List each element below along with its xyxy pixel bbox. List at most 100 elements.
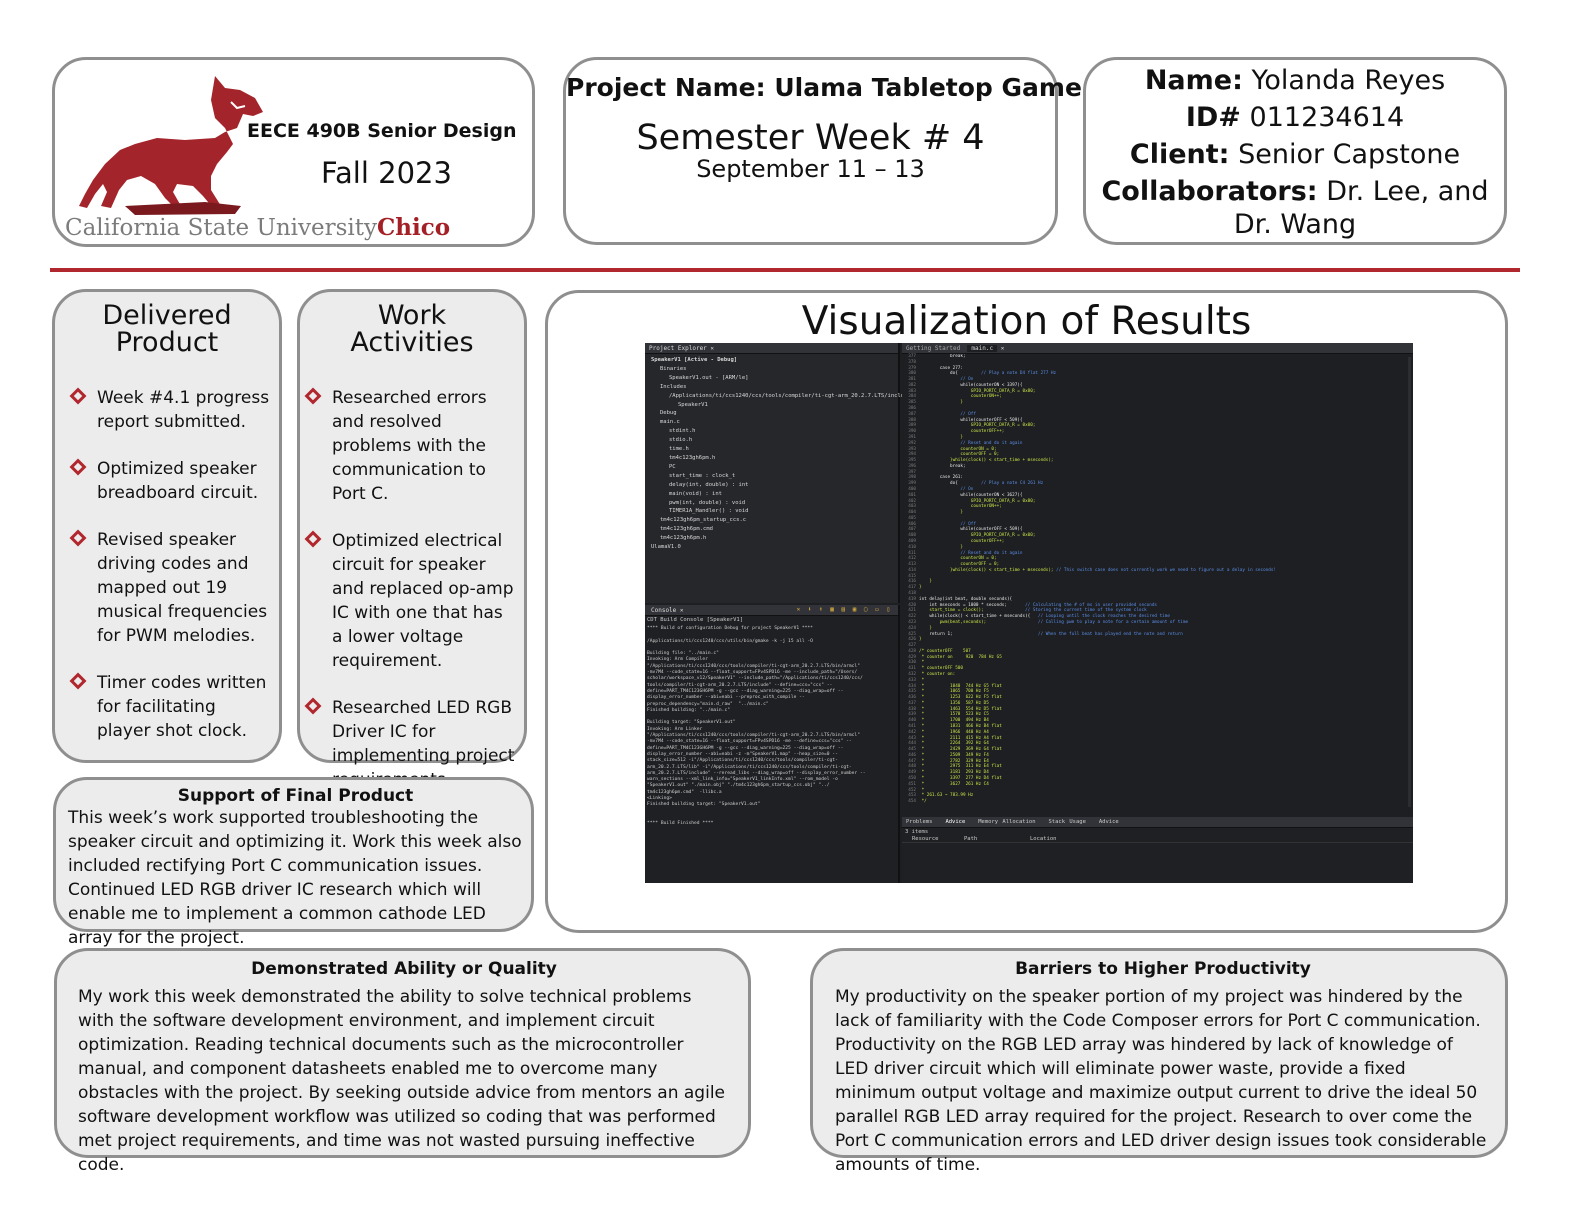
list-item: Optimized speaker breadboard circuit.: [69, 457, 271, 505]
problems-panel: Problems Advice Memory Allocation Stack …: [902, 817, 1413, 883]
console-panel: Console ✕ ✕ ⬇ ⬆ ▦ ▤ ▣ ▢ ▭ ▯ CDT Build Co…: [645, 605, 900, 883]
list-item: Revised speaker driving codes and mapped…: [69, 528, 271, 648]
tree-project-root[interactable]: SpeakerV1 [Active - Debug]: [651, 356, 898, 365]
tree-item[interactable]: tm4c123gh6pm.h: [651, 534, 898, 543]
project-name: Project Name: Ulama Tabletop Game: [566, 73, 1082, 102]
tab-project-explorer[interactable]: Project Explorer: [649, 345, 707, 352]
tree-item[interactable]: /Applications/ti/ccs1240/ccs/tools/compi…: [651, 392, 911, 401]
console-toolbar-icons[interactable]: ✕ ⬇ ⬆ ▦ ▤ ▣ ▢ ▭ ▯: [797, 606, 892, 613]
support-box: Support of Final Product This week’s wor…: [53, 777, 534, 948]
problems-tab-bar: Problems Advice Memory Allocation Stack …: [902, 817, 1413, 828]
tree-item[interactable]: UlamaV1.0: [651, 543, 898, 552]
work-list: Researched errors and resolved problems …: [300, 386, 524, 816]
console-line: **** Build Finished ****: [647, 821, 714, 827]
collaborators-line: Collaborators: Dr. Lee, and: [1096, 173, 1494, 210]
tree-item[interactable]: tm4c123gh6pm_startup_ccs.c: [651, 516, 898, 525]
column-path[interactable]: Path: [964, 836, 1030, 842]
client-label: Client:: [1129, 139, 1230, 170]
tab-main-c[interactable]: main.c: [967, 345, 998, 352]
explorer-tab-bar: Project Explorer ✕: [645, 343, 898, 354]
close-icon[interactable]: ✕: [1001, 345, 1005, 352]
delivered-product-box: Delivered Product Week #4.1 progress rep…: [52, 289, 282, 763]
tab-stack-usage[interactable]: Stack Usage: [1048, 819, 1085, 825]
ide-screenshot: Project Explorer ✕ SpeakerV1 [Active - D…: [645, 343, 1413, 883]
delivered-list: Week #4.1 progress report submitted. Opt…: [55, 386, 279, 743]
code-editor[interactable]: break; case 277: do{ // Play a note D4 f…: [919, 354, 1407, 805]
tree-item[interactable]: pwm(int, double) : void: [651, 499, 898, 508]
collaborators-label: Collaborators:: [1101, 176, 1318, 207]
tab-advice-2[interactable]: Advice: [1099, 819, 1119, 825]
project-header-box: Project Name: Ulama Tabletop Game Semest…: [563, 57, 1082, 245]
tree-item[interactable]: Debug: [651, 409, 898, 418]
close-icon[interactable]: ✕: [680, 607, 684, 614]
tree-item[interactable]: SpeakerV1.out - [ARM/le]: [651, 374, 898, 383]
editor-tab-bar: Getting Started main.c ✕: [902, 343, 1413, 354]
id-value: 011234614: [1249, 102, 1405, 133]
list-item: Timer codes written for facilitating pla…: [69, 671, 271, 743]
tree-item[interactable]: PC: [651, 463, 898, 472]
diamond-bullet-icon: [304, 387, 322, 405]
column-resource[interactable]: Resource: [912, 836, 964, 842]
tree-item[interactable]: TIMER1A_Handler() : void: [651, 507, 898, 516]
code-comment: // Off: [960, 411, 976, 417]
header-divider: [50, 268, 1520, 272]
console-title: CDT Build Console [SpeakerV1]: [647, 617, 744, 623]
barriers-title: Barriers to Higher Productivity: [1015, 959, 1311, 979]
tree-item[interactable]: time.h: [651, 445, 898, 454]
student-info: Name: Yolanda Reyes ID# 011234614 Client…: [1086, 60, 1504, 240]
tab-console[interactable]: Console: [651, 607, 676, 614]
tree-item[interactable]: main.c: [651, 418, 898, 427]
student-info-box: Name: Yolanda Reyes ID# 011234614 Client…: [1083, 57, 1507, 245]
university-wordmark: California State UniversityChico: [65, 214, 450, 241]
support-title: Support of Final Product: [177, 786, 414, 806]
editor-scrollbar[interactable]: [1408, 357, 1411, 807]
demonstrated-body: My work this week demonstrated the abili…: [78, 987, 726, 1175]
code-comment: // On: [960, 377, 974, 383]
list-item-text: Optimized electrical circuit for speaker…: [332, 531, 514, 671]
list-item: Optimized electrical circuit for speaker…: [304, 529, 516, 673]
code-comment: // Storing the current time of the syste…: [1025, 608, 1147, 614]
tree-item[interactable]: stdint.h: [651, 427, 898, 436]
tree-item[interactable]: tm4c123gh6pm.h: [651, 454, 898, 463]
diamond-bullet-icon: [69, 529, 87, 547]
barriers-body: My productivity on the speaker portion o…: [835, 987, 1487, 1175]
tree-item[interactable]: Includes: [651, 383, 898, 392]
name-line: Name: Yolanda Reyes: [1096, 62, 1494, 99]
term-label: Fall 2023: [321, 156, 452, 190]
console-line: scholar/workspace_v12/SpeakerV1" --inclu…: [647, 676, 863, 682]
list-item-text: Revised speaker driving codes and mapped…: [97, 530, 268, 646]
code-comment: // This switch case does not currently w…: [1056, 567, 1276, 573]
tab-problems[interactable]: Problems: [906, 819, 933, 825]
tab-getting-started[interactable]: Getting Started: [906, 345, 960, 352]
work-activities-box: Work Activities Researched errors and re…: [297, 289, 527, 814]
close-icon[interactable]: ✕: [710, 345, 714, 352]
tree-item[interactable]: start_time : clock_t: [651, 472, 898, 481]
tree-item[interactable]: stdio.h: [651, 436, 898, 445]
name-value: Yolanda Reyes: [1251, 65, 1446, 96]
wildcat-logo-icon: [79, 76, 263, 215]
diamond-bullet-icon: [304, 530, 322, 548]
tab-advice[interactable]: Advice: [945, 819, 965, 825]
tree-item[interactable]: Binaries: [651, 365, 898, 374]
semester-week: Semester Week # 4: [636, 118, 985, 158]
course-title: EECE 490B Senior Design: [247, 120, 517, 142]
code-comment: // When the full beat has played end the…: [1038, 631, 1183, 637]
diamond-bullet-icon: [69, 672, 87, 690]
code-comment: // Reset and do it again: [960, 550, 1023, 556]
code-comment: // Calculating the # of ms in user provi…: [1025, 602, 1158, 608]
collaborators-value: Dr. Lee, and: [1326, 176, 1489, 207]
tree-item[interactable]: SpeakerV1: [651, 401, 898, 410]
console-tab-bar: Console ✕ ✕ ⬇ ⬆ ▦ ▤ ▣ ▢ ▭ ▯: [645, 605, 898, 616]
code-comment: // Play a note C4 261 Hz: [981, 481, 1044, 487]
tree-item[interactable]: tm4c123gh6pm.cmd: [651, 525, 898, 534]
name-label: Name:: [1144, 65, 1243, 96]
list-item: Researched errors and resolved problems …: [304, 386, 516, 506]
collaborators-line-2: Dr. Wang: [1233, 209, 1357, 240]
work-title-line1: Work: [377, 300, 447, 331]
university-suffix: Chico: [377, 214, 451, 241]
tree-item[interactable]: main(void) : int: [651, 490, 898, 499]
tab-memory-allocation[interactable]: Memory Allocation: [978, 819, 1035, 825]
column-location[interactable]: Location: [1030, 836, 1057, 842]
tree-item[interactable]: delay(int, double) : int: [651, 481, 898, 490]
list-item-text: Week #4.1 progress report submitted.: [97, 388, 270, 432]
